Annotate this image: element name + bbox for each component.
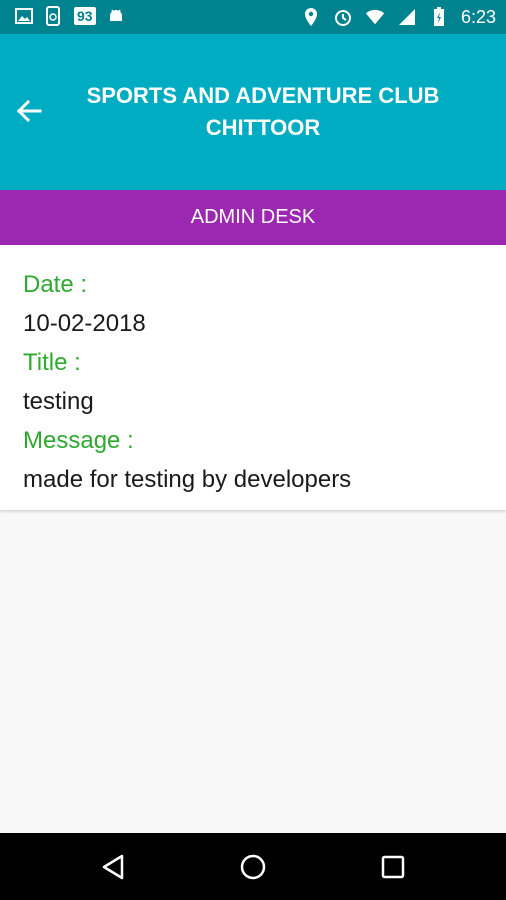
location-icon bbox=[301, 7, 321, 27]
nav-back-button[interactable] bbox=[97, 851, 129, 883]
image-icon bbox=[14, 6, 34, 26]
app-title: SPORTS AND ADVENTURE CLUB CHITTOOR bbox=[86, 83, 440, 140]
recents-square-icon bbox=[381, 855, 405, 879]
message-value: made for testing by developers bbox=[23, 466, 352, 493]
status-bar: 93 6:23 bbox=[0, 0, 506, 34]
navigation-bar bbox=[0, 833, 506, 900]
message-label: Message : bbox=[23, 427, 134, 454]
nav-recents-button[interactable] bbox=[377, 851, 409, 883]
alarm-icon bbox=[333, 7, 353, 27]
home-circle-icon bbox=[240, 854, 266, 880]
wifi-icon bbox=[365, 7, 385, 27]
signal-icon bbox=[397, 7, 417, 27]
notice-card: Date : 10-02-2018 Title : testing Messag… bbox=[0, 245, 506, 510]
title-value: testing bbox=[23, 388, 94, 415]
arrow-back-icon bbox=[16, 99, 42, 123]
notification-count-badge: 93 bbox=[74, 7, 96, 25]
back-triangle-icon bbox=[102, 854, 124, 880]
phone-sync-icon bbox=[44, 6, 64, 26]
android-icon bbox=[106, 6, 126, 26]
section-header: ADMIN DESK bbox=[0, 190, 506, 245]
battery-icon bbox=[429, 7, 449, 27]
back-button[interactable] bbox=[14, 96, 44, 126]
title-label: Title : bbox=[23, 349, 81, 376]
clock: 6:23 bbox=[460, 7, 496, 27]
date-label: Date : bbox=[23, 271, 88, 298]
nav-home-button[interactable] bbox=[237, 851, 269, 883]
date-value: 10-02-2018 bbox=[23, 310, 146, 337]
